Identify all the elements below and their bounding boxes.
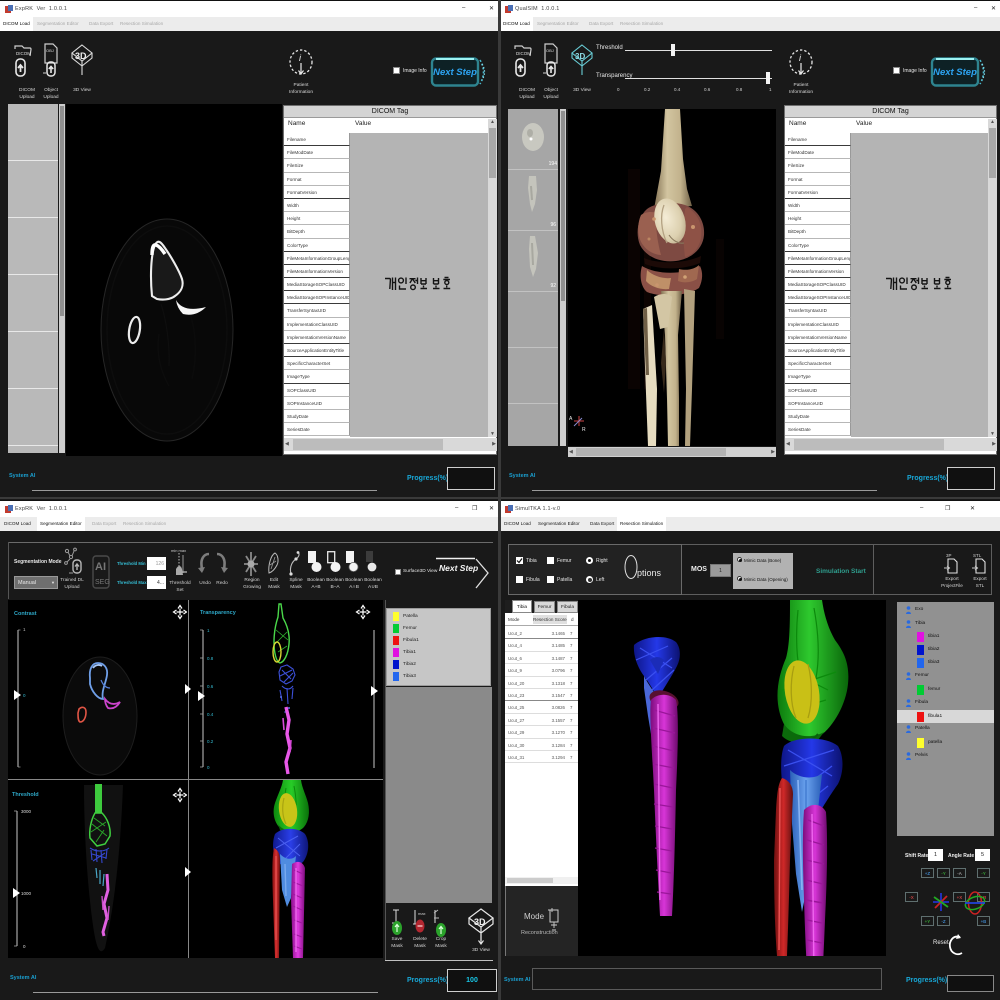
svg-text:1: 1	[23, 627, 26, 632]
svg-text:0: 0	[23, 693, 26, 698]
svg-text:max: max	[418, 911, 426, 916]
svg-text:3P: 3P	[946, 553, 952, 558]
svg-text:STL: STL	[973, 553, 982, 558]
svg-text:OBJ: OBJ	[546, 48, 554, 53]
svg-text:3D: 3D	[575, 52, 585, 61]
svg-text:i: i	[299, 53, 302, 63]
svg-text:Next Step: Next Step	[433, 67, 477, 78]
svg-text:AI: AI	[95, 561, 106, 573]
svg-text:Transparency: Transparency	[200, 610, 237, 616]
svg-text:0.2: 0.2	[207, 739, 214, 744]
svg-text:ptions: ptions	[637, 568, 662, 578]
svg-text:R: R	[582, 427, 586, 433]
svg-text:0.4: 0.4	[207, 712, 214, 717]
svg-text:1: 1	[207, 628, 210, 633]
svg-text:DICOM: DICOM	[516, 51, 531, 56]
svg-text:Next Step: Next Step	[439, 563, 478, 573]
svg-text:0.6: 0.6	[207, 684, 214, 689]
svg-text:0: 0	[207, 765, 210, 770]
svg-text:Next Step: Next Step	[933, 67, 977, 78]
svg-text:i: i	[799, 53, 802, 63]
svg-text:3000: 3000	[21, 809, 32, 814]
svg-text:1000: 1000	[21, 891, 32, 896]
svg-text:3D: 3D	[474, 917, 486, 927]
svg-text:3D: 3D	[75, 51, 87, 61]
svg-text:OBJ: OBJ	[46, 48, 54, 53]
svg-text:DICOM: DICOM	[16, 51, 31, 56]
svg-text:SEG: SEG	[95, 579, 110, 586]
svg-text:0: 0	[23, 944, 26, 949]
svg-text:0.8: 0.8	[207, 656, 214, 661]
svg-text:A: A	[569, 416, 573, 422]
svg-text:Threshold: Threshold	[12, 792, 39, 798]
svg-text:Contrast: Contrast	[14, 611, 37, 617]
